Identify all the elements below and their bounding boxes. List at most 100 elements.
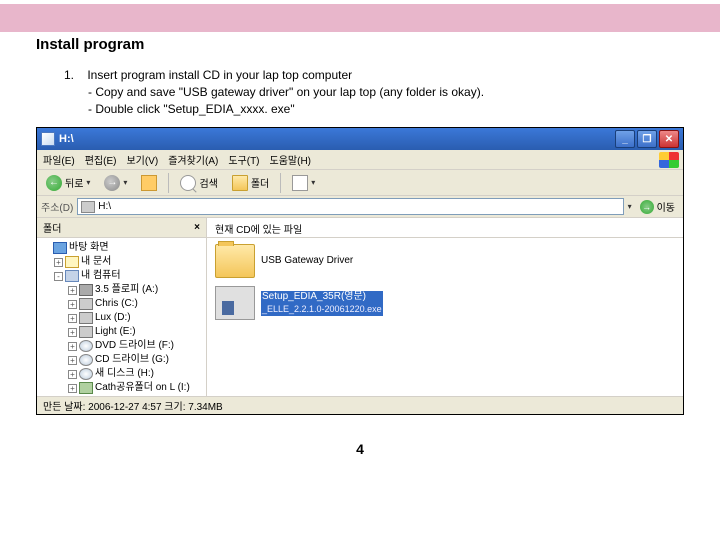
tree-item-label: CD 드라이브 (G:) [95, 353, 169, 367]
net-icon [79, 382, 93, 394]
instruction-block: 1. Insert program install CD in your lap… [64, 67, 720, 117]
views-icon [292, 175, 308, 191]
side-panel-close-icon[interactable]: × [194, 222, 200, 233]
tree-item-label: Lux (D:) [95, 311, 131, 325]
file-label: Setup_EDIA_35R(영문)_ELLE_2.2.1.0-20061220… [261, 291, 383, 316]
tree-item-label: 새 디스크 (H:) [95, 367, 154, 381]
window-titlebar[interactable]: H:\ _ ❐ ✕ [37, 128, 683, 150]
tree-item[interactable]: +내 문서 [54, 255, 203, 269]
views-button[interactable]: ▾ [287, 172, 320, 194]
content-items[interactable]: USB Gateway Driver Setup_EDIA_35R(영문)_ELL… [207, 238, 683, 396]
instruction-sub-2: - Double click "Setup_EDIA_xxxx. exe" [88, 101, 720, 118]
header-accent-bar [0, 4, 720, 32]
expand-toggle[interactable]: - [54, 272, 63, 281]
expand-toggle[interactable]: + [68, 300, 77, 309]
maximize-button[interactable]: ❐ [637, 130, 657, 148]
menu-file[interactable]: 파일(E) [43, 152, 75, 167]
tree-item[interactable]: - 내 컴퓨터 [54, 269, 203, 283]
docs-icon [65, 256, 79, 268]
side-panel-title: 폴더 [43, 220, 61, 235]
menu-tools[interactable]: 도구(T) [228, 152, 259, 167]
status-bar: 만든 날짜: 2006-12-27 4:57 크기: 7.34MB [37, 396, 683, 414]
expand-toggle[interactable]: + [68, 314, 77, 323]
file-label: USB Gateway Driver [261, 255, 353, 267]
back-button[interactable]: 뒤로 ▾ [41, 172, 95, 194]
tree-item-label: Cath공유폴더 on L (I:) [95, 381, 190, 395]
file-item[interactable]: USB Gateway Driver [215, 244, 675, 278]
folder-tree[interactable]: 바탕 화면+내 문서-내 컴퓨터+3.5 플로피 (A:)+Chris (C:)… [37, 238, 206, 396]
cd-icon [79, 340, 93, 352]
tree-item-label: 내 컴퓨터 [81, 269, 121, 283]
window-icon [41, 132, 55, 146]
instruction-sub-1: - Copy and save "USB gateway driver" on … [88, 84, 720, 101]
disk-icon [79, 312, 93, 324]
instruction-number: 1. [64, 67, 84, 84]
back-label: 뒤로 [65, 175, 83, 190]
expand-toggle[interactable]: + [68, 286, 77, 295]
tree-item[interactable]: 바탕 화면 [40, 241, 203, 255]
tree-item[interactable]: +3.5 플로피 (A:) [68, 283, 203, 297]
address-field[interactable]: H:\ [77, 198, 623, 215]
expand-toggle[interactable]: + [68, 356, 77, 365]
chevron-down-icon: ▾ [123, 178, 127, 187]
tree-item[interactable]: + Chris (C:) [68, 297, 203, 311]
go-button[interactable]: 이동 [636, 198, 679, 215]
folders-button[interactable]: 폴더 [227, 172, 274, 194]
tree-item-label: Chris (C:) [95, 297, 138, 311]
windows-flag-icon [659, 152, 679, 168]
setup-exe-icon [215, 286, 255, 320]
search-icon [180, 175, 196, 191]
tree-item[interactable]: + Cath공유폴더 on L (I:) [68, 381, 203, 395]
desktop-icon [53, 242, 67, 254]
forward-button[interactable]: ▾ [99, 172, 132, 194]
drive-icon [81, 201, 95, 213]
up-folder-icon [141, 175, 157, 191]
menu-favorites[interactable]: 즐겨찾기(A) [168, 152, 218, 167]
address-label: 주소(D) [41, 199, 73, 214]
forward-icon [104, 175, 120, 191]
address-dropdown-icon[interactable]: ▾ [628, 202, 632, 211]
menu-edit[interactable]: 편집(E) [85, 152, 117, 167]
window-title: H:\ [59, 133, 615, 145]
instruction-main: Insert program install CD in your lap to… [87, 68, 352, 82]
expand-toggle[interactable]: + [68, 370, 77, 379]
tree-item-label: Light (E:) [95, 325, 136, 339]
menu-help[interactable]: 도움말(H) [270, 152, 311, 167]
file-item[interactable]: Setup_EDIA_35R(영문)_ELLE_2.2.1.0-20061220… [215, 286, 675, 320]
tree-item[interactable]: + CD 드라이브 (G:) [68, 353, 203, 367]
address-value: H:\ [98, 201, 111, 212]
menu-bar: 파일(E) 편집(E) 보기(V) 즐겨찾기(A) 도구(T) 도움말(H) [37, 150, 683, 170]
chevron-down-icon: ▾ [86, 178, 90, 187]
up-button[interactable] [136, 172, 162, 194]
tree-item[interactable]: + DVD 드라이브 (F:) [68, 339, 203, 353]
tree-item[interactable]: + Light (E:) [68, 325, 203, 339]
tree-item-label: DVD 드라이브 (F:) [95, 339, 174, 353]
page-number: 4 [0, 441, 720, 457]
folders-side-panel: 폴더 × 바탕 화면+내 문서-내 컴퓨터+3.5 플로피 (A:)+Chris… [37, 218, 207, 396]
search-label: 검색 [199, 175, 217, 190]
folders-label: 폴더 [251, 175, 269, 190]
go-icon [640, 200, 654, 214]
minimize-button[interactable]: _ [615, 130, 635, 148]
search-button[interactable]: 검색 [175, 172, 222, 194]
expand-toggle[interactable]: + [68, 384, 77, 393]
side-panel-header: 폴더 × [37, 218, 206, 238]
expand-toggle[interactable]: + [68, 342, 77, 351]
folder-icon [232, 175, 248, 191]
go-label: 이동 [657, 199, 675, 214]
expand-toggle[interactable]: + [68, 328, 77, 337]
tree-item[interactable]: + Lux (D:) [68, 311, 203, 325]
close-button[interactable]: ✕ [659, 130, 679, 148]
tree-item[interactable]: + 새 디스크 (H:) [68, 367, 203, 381]
tree-item-label: 바탕 화면 [69, 241, 109, 255]
address-bar: 주소(D) H:\ ▾ 이동 [37, 196, 683, 218]
expand-toggle[interactable]: + [54, 258, 63, 267]
disk-icon [79, 326, 93, 338]
chevron-down-icon: ▾ [311, 178, 315, 187]
tree-item-label: 3.5 플로피 (A:) [95, 283, 158, 297]
menu-view[interactable]: 보기(V) [126, 152, 158, 167]
toolbar-separator [168, 173, 169, 193]
back-icon [46, 175, 62, 191]
floppy-icon [79, 284, 93, 296]
folder-icon [215, 244, 255, 278]
